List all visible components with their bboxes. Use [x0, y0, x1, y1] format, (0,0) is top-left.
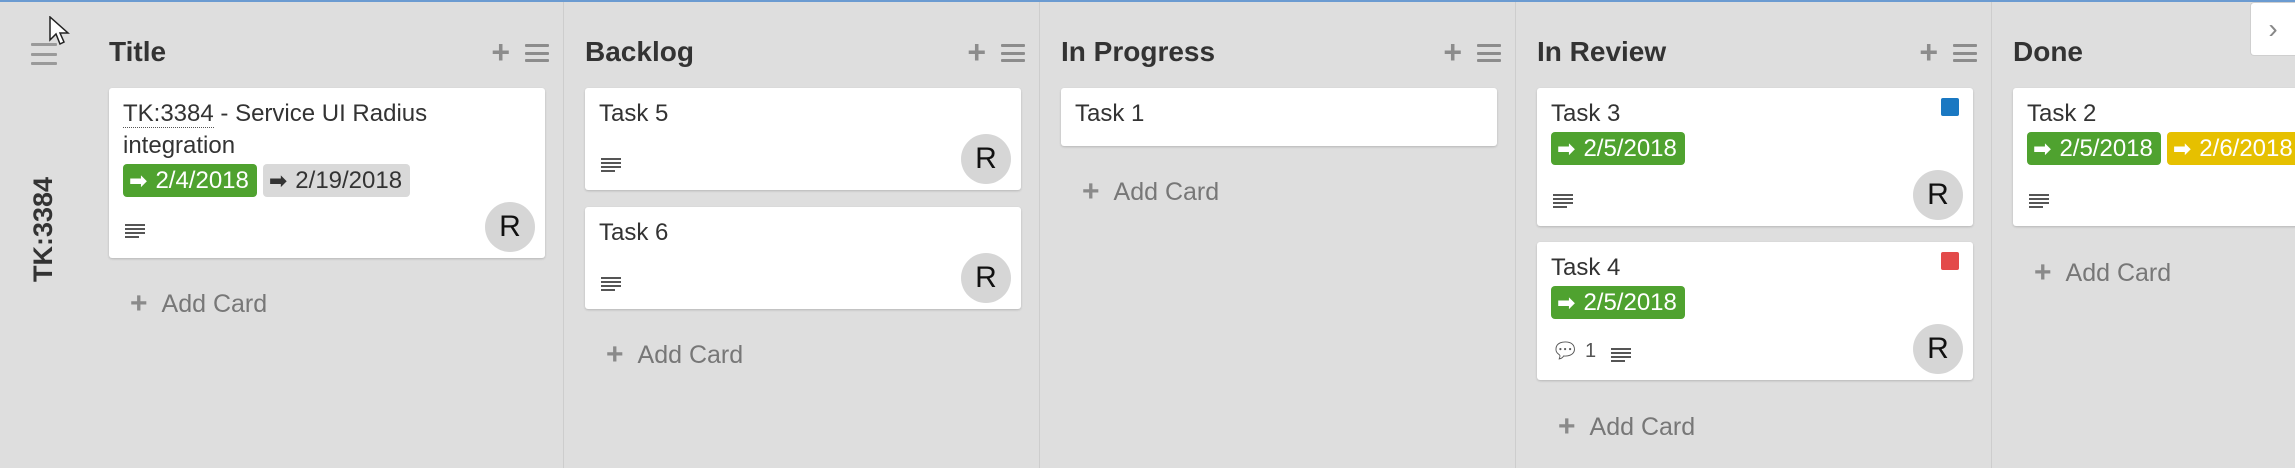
- column-title-text[interactable]: Backlog: [585, 36, 694, 68]
- add-card-button[interactable]: + Add Card: [2034, 256, 2171, 290]
- avatar[interactable]: R: [485, 202, 535, 252]
- description-lines-icon: [601, 158, 621, 172]
- plus-icon: +: [2034, 256, 2052, 289]
- card-badges: ➡ 2/5/2018: [1551, 132, 1685, 165]
- add-card-label: Add Card: [1589, 412, 1696, 441]
- comment-count[interactable]: 💬︎ 1: [1551, 338, 1596, 364]
- column-done: Done Task 2 ➡ 2/5/2018 ➡ 2/6/2018 + Add …: [1992, 2, 2295, 468]
- plus-icon[interactable]: +: [967, 36, 986, 68]
- card-title: Task 4: [1551, 254, 1621, 281]
- card[interactable]: Task 3 ➡ 2/5/2018 R: [1537, 88, 1973, 226]
- column-title-text[interactable]: Done: [2013, 36, 2083, 68]
- date-in-icon: ➡: [129, 167, 148, 193]
- column-in-progress: In Progress + Task 1 + Add Card: [1040, 2, 1516, 468]
- due-date-badge[interactable]: ➡ 2/6/2018: [2166, 132, 2295, 165]
- add-card-label: Add Card: [1113, 177, 1220, 206]
- column-header: In Review +: [1537, 32, 1977, 72]
- badge-text: 2/19/2018: [295, 166, 403, 194]
- avatar[interactable]: R: [1913, 170, 1963, 220]
- card-badges: ➡ 2/5/2018 ➡ 2/6/2018: [2027, 132, 2295, 165]
- chevron-right-icon[interactable]: ›: [2250, 2, 2295, 56]
- description-lines-icon: [601, 277, 621, 291]
- plus-icon: +: [1082, 175, 1100, 208]
- hamburger-menu-icon[interactable]: [1477, 44, 1501, 62]
- due-date-badge[interactable]: ➡ 2/19/2018: [262, 164, 411, 197]
- plus-icon[interactable]: +: [491, 36, 510, 68]
- card-title: Task 1: [1075, 100, 1145, 127]
- start-date-badge[interactable]: ➡ 2/4/2018: [123, 164, 257, 197]
- card-ticket-link[interactable]: TK:3384: [123, 100, 214, 128]
- avatar[interactable]: R: [961, 134, 1011, 184]
- badge-text: 2/5/2018: [1583, 288, 1677, 316]
- mouse-cursor-icon: [49, 16, 70, 46]
- plus-icon[interactable]: +: [1919, 36, 1938, 68]
- avatar[interactable]: R: [1913, 324, 1963, 374]
- add-card-label: Add Card: [161, 289, 268, 318]
- badge-text: 2/5/2018: [2059, 134, 2153, 162]
- date-in-icon: ➡: [1557, 289, 1576, 315]
- plus-icon[interactable]: +: [1443, 36, 1462, 68]
- card[interactable]: TK:3384 - Service UI Radius integration …: [109, 88, 545, 258]
- add-card-label: Add Card: [2065, 258, 2172, 287]
- card[interactable]: Task 5 R: [585, 88, 1021, 190]
- card-badges: ➡ 2/4/2018 ➡ 2/19/2018: [123, 164, 411, 197]
- description-lines-icon: [1611, 348, 1631, 362]
- swimlane-header: TK:3384: [0, 2, 89, 468]
- column-title-text[interactable]: In Progress: [1061, 36, 1215, 68]
- column-backlog: Backlog + Task 5 R Task 6 R + Add Card: [564, 2, 1040, 468]
- date-in-icon: ➡: [2033, 135, 2052, 161]
- card-title: TK:3384 - Service UI Radius integration: [123, 98, 505, 162]
- swimlane-title[interactable]: TK:3384: [28, 177, 59, 282]
- badge-text: 2/5/2018: [1583, 134, 1677, 162]
- description-lines-icon: [1553, 194, 1573, 208]
- column-in-review: In Review + Task 3 ➡ 2/5/2018 R Task 4 ➡…: [1516, 2, 1992, 468]
- card[interactable]: Task 4 ➡ 2/5/2018 💬︎ 1 R: [1537, 242, 1973, 380]
- add-card-label: Add Card: [637, 340, 744, 369]
- add-card-button[interactable]: + Add Card: [606, 338, 743, 372]
- add-card-button[interactable]: + Add Card: [130, 287, 267, 321]
- red-color-tag: [1941, 252, 1959, 270]
- badge-text: 2/4/2018: [155, 166, 249, 194]
- hamburger-menu-icon[interactable]: [525, 44, 549, 62]
- start-date-badge[interactable]: ➡ 2/5/2018: [1551, 286, 1685, 319]
- column-title-text[interactable]: Title: [109, 36, 166, 68]
- description-lines-icon: [125, 224, 145, 238]
- hamburger-menu-icon[interactable]: [1001, 44, 1025, 62]
- add-card-button[interactable]: + Add Card: [1558, 410, 1695, 444]
- card-badges: ➡ 2/5/2018: [1551, 286, 1685, 319]
- card-title: Task 2: [2027, 100, 2097, 127]
- add-card-button[interactable]: + Add Card: [1082, 175, 1219, 209]
- card-title: Task 5: [599, 100, 669, 127]
- card[interactable]: Task 6 R: [585, 207, 1021, 309]
- date-out-icon: ➡: [268, 167, 288, 193]
- start-date-badge[interactable]: ➡ 2/5/2018: [1551, 132, 1685, 165]
- date-in-icon: ➡: [1557, 135, 1576, 161]
- column-header: Title +: [109, 32, 549, 72]
- start-date-badge[interactable]: ➡ 2/5/2018: [2027, 132, 2161, 165]
- date-out-icon: ➡: [2172, 135, 2192, 161]
- card-title: Task 3: [1551, 100, 1621, 127]
- hamburger-menu-icon[interactable]: [1953, 44, 1977, 62]
- swimlane-menu-icon[interactable]: [31, 43, 57, 65]
- plus-icon: +: [1558, 410, 1576, 443]
- comment-bubble-icon: 💬︎: [1551, 338, 1579, 363]
- plus-icon: +: [130, 287, 148, 320]
- description-lines-icon: [2029, 194, 2049, 208]
- badge-text: 2/6/2018: [2199, 134, 2293, 162]
- avatar[interactable]: R: [961, 253, 1011, 303]
- blue-color-tag: [1941, 98, 1959, 116]
- card[interactable]: Task 2 ➡ 2/5/2018 ➡ 2/6/2018: [2013, 88, 2295, 226]
- column-header: In Progress +: [1061, 32, 1501, 72]
- card[interactable]: Task 1: [1061, 88, 1497, 146]
- plus-icon: +: [606, 338, 624, 371]
- column-title: Title + TK:3384 - Service UI Radius inte…: [88, 2, 564, 468]
- column-title-text[interactable]: In Review: [1537, 36, 1666, 68]
- column-header: Backlog +: [585, 32, 1025, 72]
- card-title: Task 6: [599, 219, 669, 246]
- comment-count-text: 1: [1584, 339, 1597, 362]
